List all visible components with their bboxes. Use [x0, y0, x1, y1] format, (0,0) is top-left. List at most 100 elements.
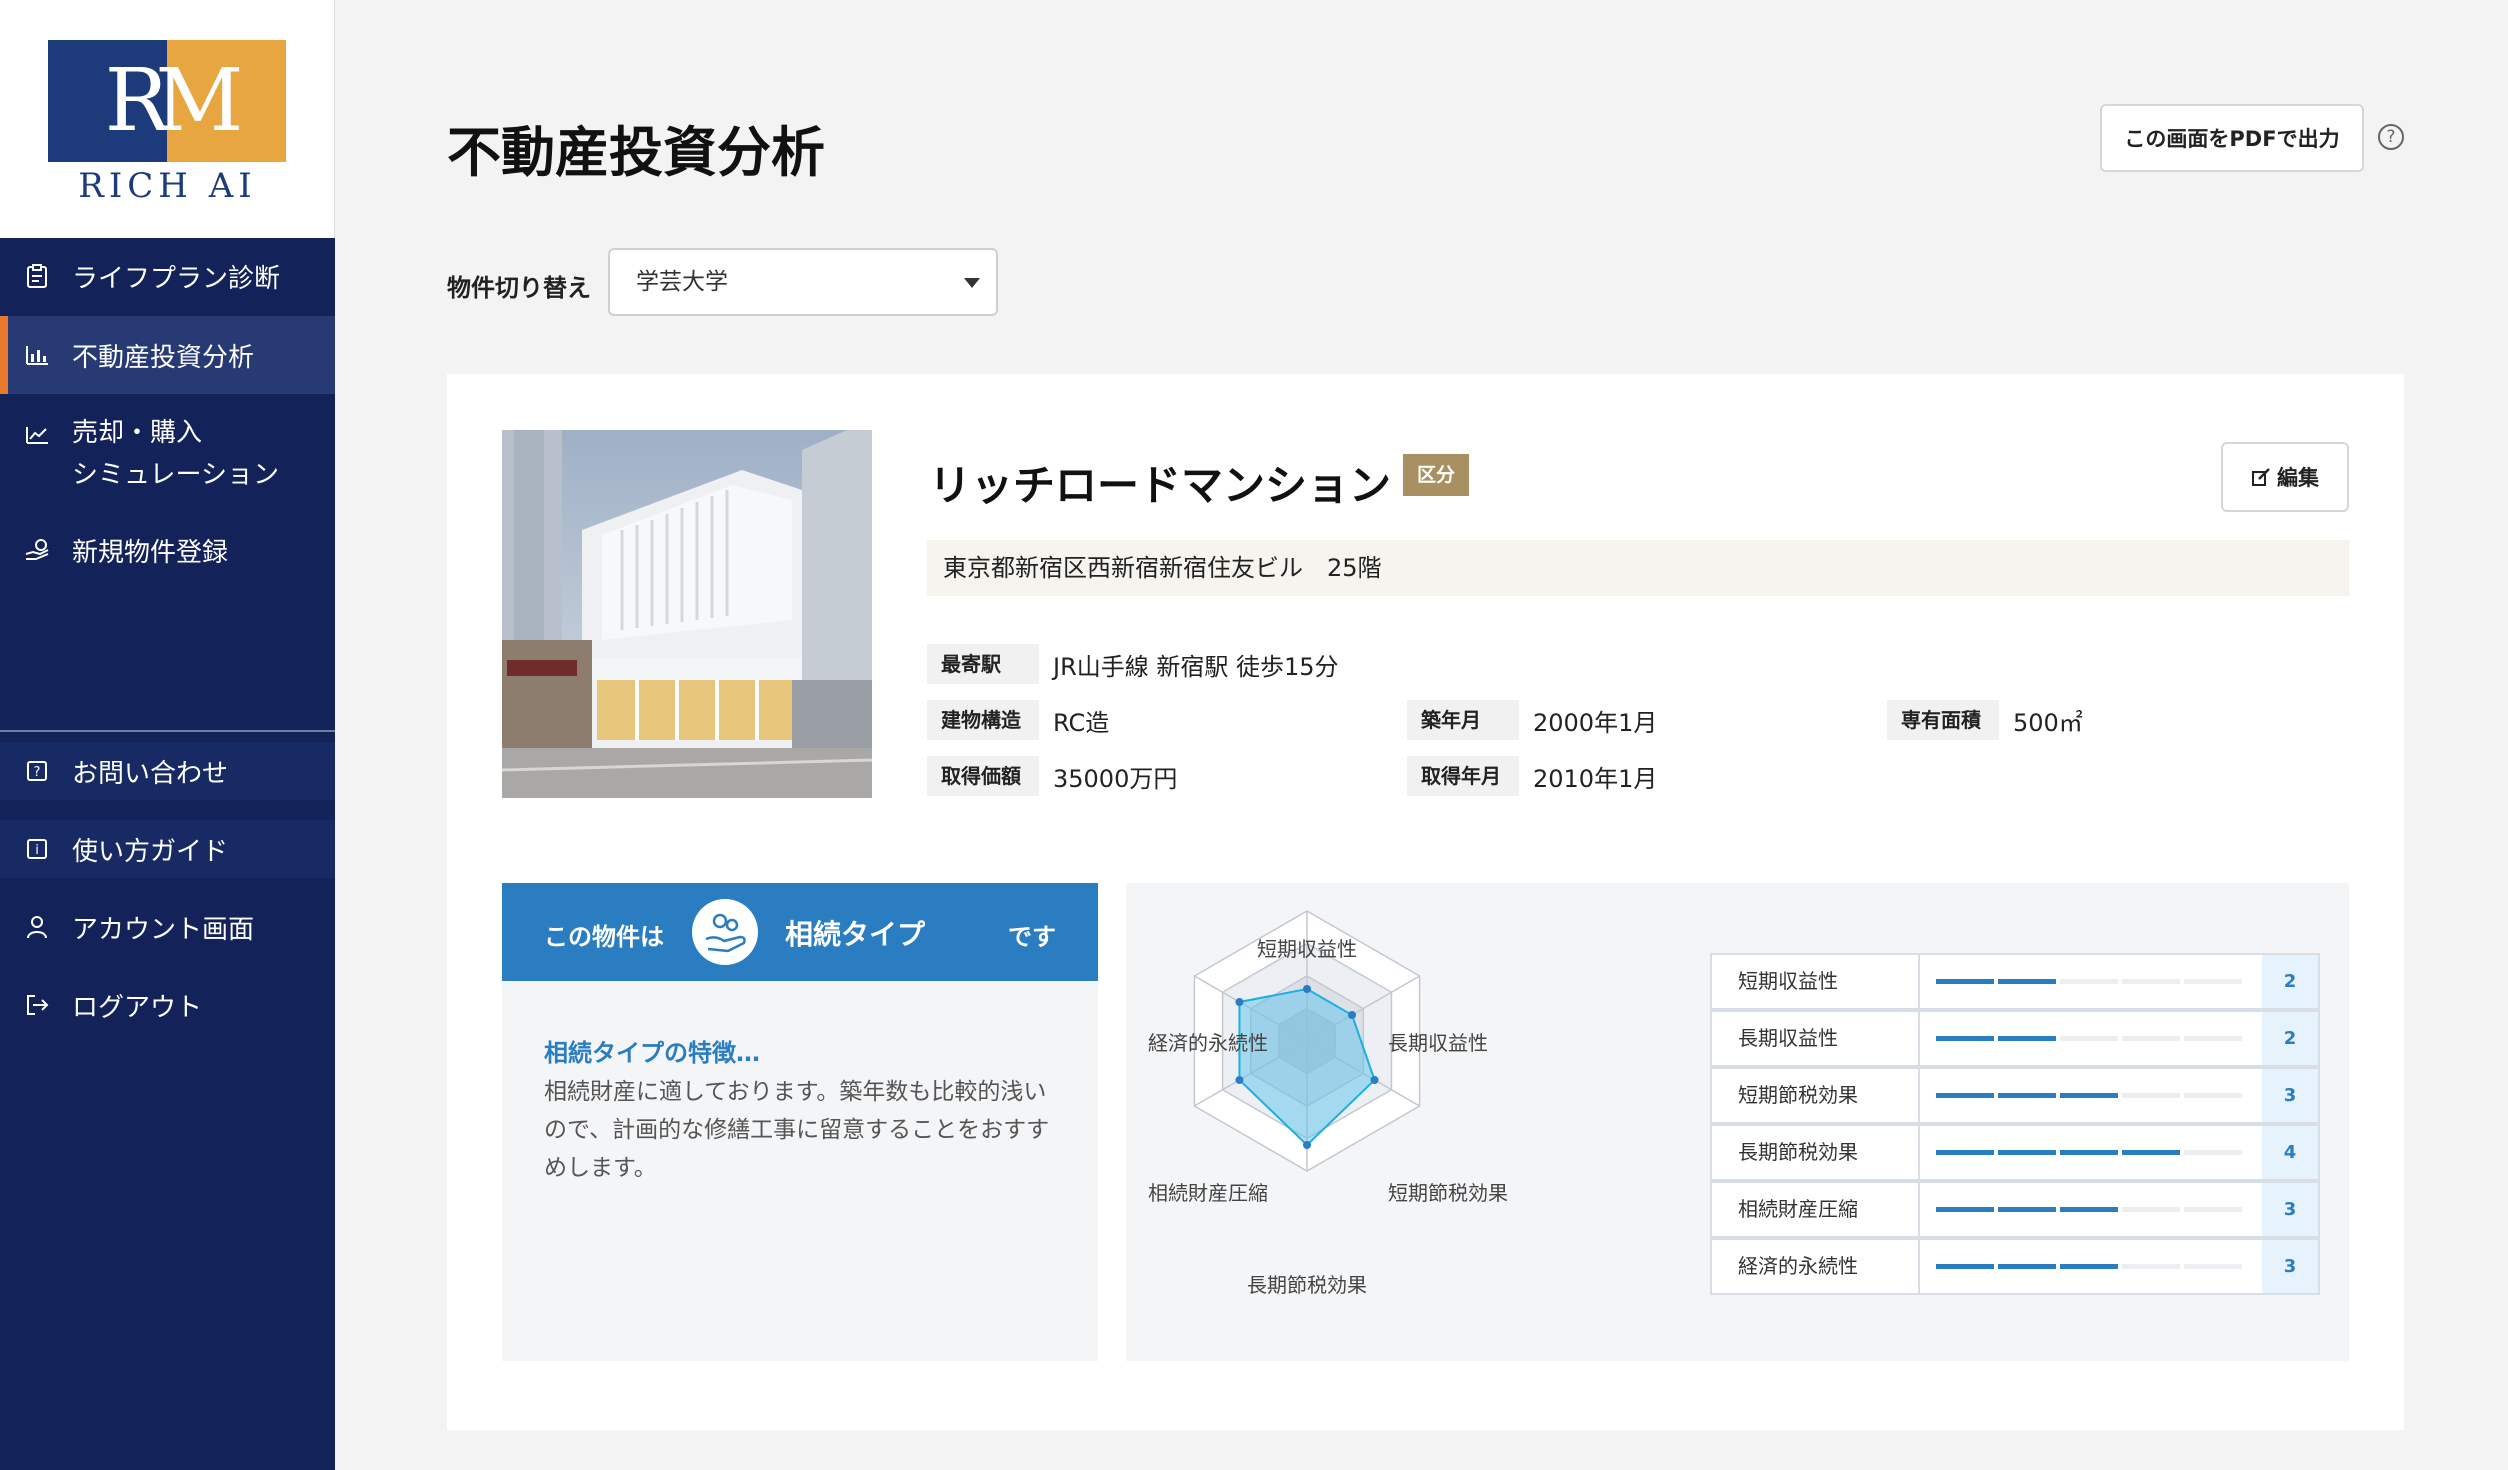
type-header: この物件は 相続タイプ です: [502, 883, 1098, 981]
sidebar-item-logout[interactable]: ログアウト: [0, 976, 335, 1034]
score-segment-filled: [1936, 979, 1994, 984]
score-segment-empty: [2122, 979, 2180, 984]
user-icon: [24, 914, 50, 940]
score-name: 長期収益性: [1712, 1012, 1920, 1065]
svg-text:?: ?: [34, 765, 41, 780]
sidebar-item-label: アカウント画面: [72, 914, 255, 945]
score-segment-filled: [2060, 1207, 2118, 1212]
sidebar-item-new-property[interactable]: 新規物件登録: [0, 522, 335, 578]
score-segment-empty: [2184, 1093, 2242, 1098]
sidebar-item-label: 使い方ガイド: [72, 836, 229, 867]
score-bar: [1920, 1069, 2262, 1122]
property-switch-label: 物件切り替え: [447, 274, 591, 302]
radar-point: [1303, 1141, 1311, 1149]
score-segment-filled: [1998, 1150, 2056, 1155]
logo[interactable]: RM: [48, 40, 286, 162]
score-name: 短期節税効果: [1712, 1069, 1920, 1122]
score-name: 長期節税効果: [1712, 1126, 1920, 1179]
sidebar-item-realestate[interactable]: 不動産投資分析: [0, 316, 335, 394]
score-row: 短期節税効果 3: [1710, 1067, 2320, 1124]
radar-axis-label: 短期節税効果: [1388, 1181, 1508, 1205]
score-row: 経済的永続性 3: [1710, 1238, 2320, 1295]
logo-text: RICH AI: [78, 166, 257, 206]
score-segment-empty: [2122, 1093, 2180, 1098]
type-subtitle: 相続タイプの特徴…: [544, 1039, 760, 1067]
sidebar-item-label: お問い合わせ: [72, 758, 229, 789]
logout-icon: [24, 992, 50, 1018]
sidebar: RM RICH AI ライフプラン診断 不動産投資分析 売却・購入 シミュレーシ…: [0, 0, 335, 1470]
type-suffix: です: [1008, 923, 1056, 951]
bar-chart-icon: [24, 342, 50, 368]
score-segment-empty: [2184, 1150, 2242, 1155]
radar-point: [1235, 1076, 1244, 1084]
caret-down-icon: [964, 278, 980, 288]
sidebar-item-label-line2: シミュレーション: [72, 460, 279, 490]
clipboard-icon: [24, 263, 50, 289]
score-segment-filled: [1936, 1207, 1994, 1212]
property-name: リッチロードマンション: [929, 461, 1392, 510]
chart-panel: 短期収益性 長期収益性 短期節税効果 長期節税効果 相続財産圧縮 経済的永続性 短期収益性…: [1126, 883, 2349, 1361]
page-title: 不動産投資分析: [447, 121, 825, 184]
edit-button[interactable]: 編集: [2221, 442, 2349, 512]
type-panel: この物件は 相続タイプ です 相続タイプの特徴… 相続財産に適しております。築年…: [502, 883, 1098, 1361]
sidebar-item-lifeplan[interactable]: ライフプラン診断: [0, 246, 335, 306]
score-segment-filled: [1936, 1264, 1994, 1269]
property-switch-select[interactable]: 学芸大学: [608, 248, 998, 316]
type-name: 相続タイプ: [785, 918, 926, 951]
score-segment-filled: [1998, 1036, 2056, 1041]
sidebar-item-contact[interactable]: ? お問い合わせ: [0, 742, 335, 800]
sidebar-item-account[interactable]: アカウント画面: [0, 898, 335, 956]
radar-axis-label: 長期節税効果: [1247, 1273, 1367, 1297]
score-value: 2: [2262, 955, 2318, 1008]
score-name: 相続財産圧縮: [1712, 1183, 1920, 1236]
score-segment-filled: [2060, 1264, 2118, 1269]
help-icon[interactable]: ?: [2378, 124, 2404, 150]
sidebar-item-label: ログアウト: [72, 992, 203, 1023]
sidebar-item-simulation[interactable]: 売却・購入 シミュレーション: [0, 412, 335, 522]
score-bar: [1920, 1126, 2262, 1179]
score-value: 3: [2262, 1069, 2318, 1122]
radar-chart: [1193, 910, 1421, 1172]
info-value: RC造: [1053, 708, 1110, 737]
radar-point: [1348, 1011, 1357, 1019]
info-icon: i: [24, 836, 50, 862]
score-bar: [1920, 955, 2262, 1008]
info-acquired: 取得年月 2010年1月: [1407, 756, 1657, 796]
score-value: 3: [2262, 1183, 2318, 1236]
info-value: 35000万円: [1053, 764, 1178, 793]
score-segment-empty: [2184, 1036, 2242, 1041]
score-segment-filled: [1936, 1093, 1994, 1098]
sidebar-item-guide[interactable]: i 使い方ガイド: [0, 820, 335, 878]
sidebar-divider: [0, 730, 335, 732]
info-value: JR山手線 新宿駅 徒歩15分: [1053, 652, 1339, 681]
info-value: 2000年1月: [1533, 708, 1658, 737]
type-description: 相続財産に適しております。築年数も比較的浅いので、計画的な修繕工事に留意すること…: [544, 1079, 1050, 1181]
score-segment-filled: [1936, 1150, 1994, 1155]
question-icon: ?: [24, 758, 50, 784]
radar-point: [1370, 1076, 1379, 1084]
logo-mark: RM: [104, 51, 244, 151]
info-area: 専有面積 500㎡: [1887, 700, 2083, 740]
score-name: 経済的永続性: [1712, 1240, 1920, 1293]
info-key: 取得価額: [927, 756, 1039, 796]
score-segment-empty: [2060, 979, 2118, 984]
score-segment-filled: [1998, 979, 2056, 984]
score-value: 3: [2262, 1240, 2318, 1293]
logo-area: RM RICH AI: [0, 0, 335, 238]
type-prefix: この物件は: [544, 923, 664, 951]
property-card: リッチロードマンション 区分 編集 東京都新宿区西新宿新宿住友ビル 25階 最寄…: [447, 374, 2404, 1430]
score-segment-empty: [2122, 1207, 2180, 1212]
score-segment-filled: [2060, 1093, 2118, 1098]
info-built: 築年月 2000年1月: [1407, 700, 1657, 740]
score-bar: [1920, 1240, 2262, 1293]
property-address: 東京都新宿区西新宿新宿住友ビル 25階: [927, 540, 2349, 596]
info-key: 最寄駅: [927, 644, 1039, 684]
sidebar-item-label-line1: 売却・購入: [72, 418, 203, 448]
score-row: 長期収益性 2: [1710, 1010, 2320, 1067]
property-switch-value: 学芸大学: [636, 269, 728, 295]
radar-axis-label: 長期収益性: [1388, 1031, 1488, 1055]
pdf-export-button[interactable]: この画面をPDFで出力: [2100, 104, 2364, 172]
score-segment-filled: [1998, 1093, 2056, 1098]
info-key: 建物構造: [927, 700, 1039, 740]
score-value: 2: [2262, 1012, 2318, 1065]
